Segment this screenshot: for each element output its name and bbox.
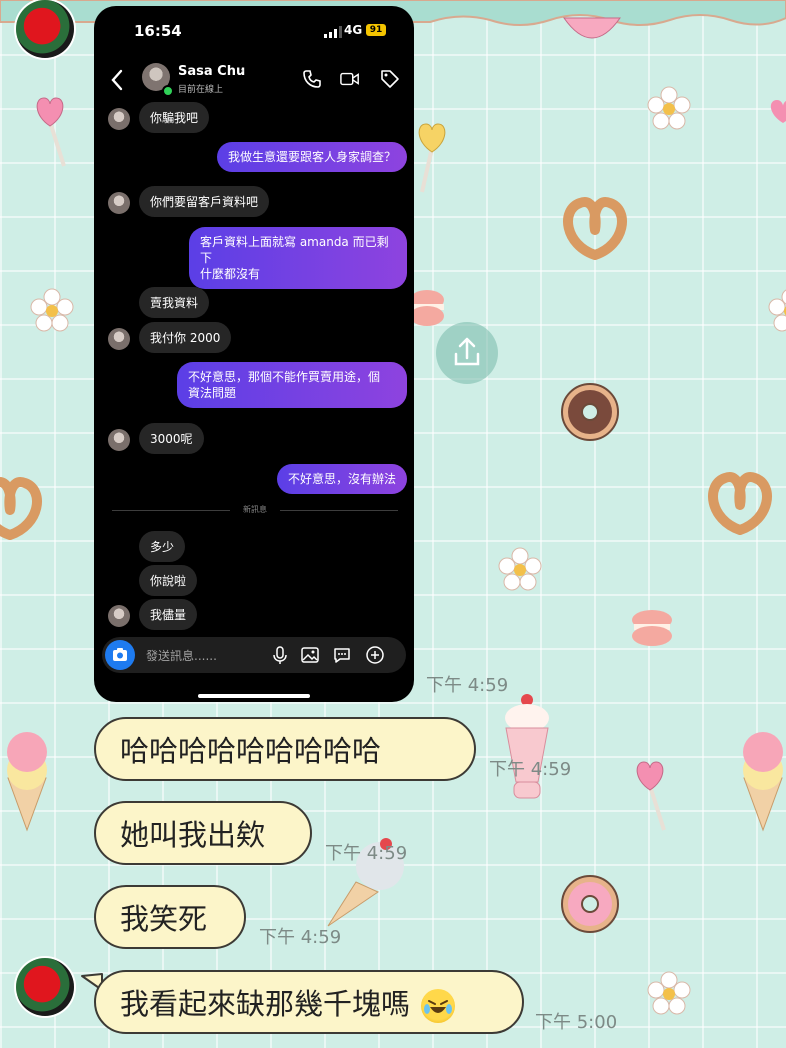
chevron-right-icon: ›	[240, 64, 245, 77]
incoming-message: 你說啦	[139, 565, 198, 596]
message-text: 哈哈哈哈哈哈哈哈哈	[120, 734, 382, 768]
contact-name[interactable]: Sasa Chu	[178, 64, 245, 79]
chat-header: Sasa Chu › 目前在線上	[94, 61, 414, 101]
message-text: 不好意思，那個不能作買賣用途，個	[188, 370, 381, 384]
plus-icon[interactable]	[365, 645, 385, 665]
flower-icon	[498, 547, 542, 591]
chat-bubble[interactable]: 我笑死	[94, 885, 246, 949]
camera-button[interactable]	[105, 640, 135, 670]
message-text: 客戶資料上面就寫 amanda 而已剩下	[200, 235, 389, 265]
flower-icon	[647, 86, 691, 130]
share-button[interactable]	[436, 322, 498, 384]
screenshot-image[interactable]: 16:54 4G 91 Sasa Chu › 目前在線上 你騙我吧 我做生意還要…	[94, 6, 414, 702]
video-call-icon[interactable]	[340, 69, 360, 89]
pretzel-icon	[0, 477, 42, 540]
message-input[interactable]: 發送訊息......	[146, 647, 217, 664]
message-text: 資法問題	[188, 386, 237, 400]
status-bar: 16:54 4G 91	[94, 6, 414, 56]
contact-avatar-small	[108, 429, 130, 451]
ice-cream-icon	[7, 732, 47, 832]
tag-icon[interactable]	[380, 69, 400, 89]
donut-icon	[563, 17, 621, 39]
phone-call-icon[interactable]	[302, 69, 322, 89]
message-text: 我笑死	[120, 902, 208, 936]
rofl-face	[424, 1000, 453, 1014]
macaron-icon	[410, 290, 444, 326]
back-icon[interactable]	[110, 69, 124, 91]
share-icon	[454, 337, 480, 366]
flower-icon	[647, 971, 691, 1015]
lollipop-icon	[36, 97, 66, 167]
incoming-message: 多少	[139, 531, 186, 562]
incoming-message: 賣我資料	[139, 287, 210, 318]
network-label: 4G	[344, 23, 363, 37]
incoming-message: 我付你 2000	[139, 322, 232, 353]
message-timestamp: 下午 5:00	[535, 1012, 618, 1033]
outgoing-message: 不好意思，沒有辦法	[276, 464, 407, 494]
contact-avatar-small	[108, 192, 130, 214]
contact-avatar-small	[108, 605, 130, 627]
status-time: 16:54	[134, 22, 182, 40]
lollipop-icon	[636, 761, 666, 831]
milkshake-icon	[505, 694, 549, 799]
divider-line	[280, 510, 398, 511]
chat-bubble[interactable]: 哈哈哈哈哈哈哈哈哈	[94, 717, 476, 781]
heart-icon	[770, 100, 786, 123]
sender-avatar[interactable]	[16, 958, 74, 1016]
lollipop-icon	[418, 123, 446, 193]
incoming-message: 我儘量	[139, 599, 198, 630]
incoming-message: 3000呢	[139, 423, 204, 454]
message-text: 我做生意還要跟客人身家調查？	[227, 150, 396, 164]
chat-bubble[interactable]: 她叫我出欸	[94, 801, 312, 865]
home-indicator	[198, 694, 310, 698]
contact-avatar-small	[108, 328, 130, 350]
chat-bubble[interactable]: 我看起來缺那幾千塊嗎	[94, 970, 524, 1034]
message-text: 我看起來缺那幾千塊嗎	[120, 987, 411, 1021]
outgoing-message: 我做生意還要跟客人身家調查？	[216, 142, 407, 172]
message-text: 她叫我出欸	[120, 818, 266, 852]
new-messages-divider: 新訊息	[112, 505, 398, 514]
message-timestamp: 下午 4:59	[426, 675, 509, 696]
message-text: 什麼都沒有	[200, 267, 261, 281]
macaron-icon	[632, 610, 672, 646]
message-timestamp: 下午 4:59	[259, 927, 342, 948]
donut-icon	[561, 383, 619, 441]
sticker-icon[interactable]	[332, 645, 352, 665]
incoming-message: 你騙我吧	[139, 102, 210, 133]
message-timestamp: 下午 4:59	[489, 759, 572, 780]
pretzel-icon	[708, 472, 772, 535]
image-icon[interactable]	[300, 645, 320, 665]
donut-icon	[561, 875, 619, 933]
sender-avatar[interactable]	[16, 0, 74, 58]
online-indicator	[162, 85, 174, 97]
contact-avatar-small	[108, 108, 130, 130]
message-timestamp: 下午 4:59	[325, 843, 408, 864]
rofl-emoji-icon	[421, 989, 456, 1023]
outgoing-message: 客戶資料上面就寫 amanda 而已剩下 什麼都沒有	[189, 227, 407, 289]
flower-icon	[768, 289, 786, 332]
battery-icon: 91	[366, 24, 386, 36]
pretzel-icon	[563, 197, 627, 260]
flower-icon	[30, 288, 74, 332]
ice-cream-icon	[743, 732, 783, 832]
incoming-message: 你們要留客戶資料吧	[139, 186, 270, 217]
message-text: 不好意思，沒有辦法	[287, 472, 396, 486]
signal-icon	[324, 26, 342, 38]
contact-status: 目前在線上	[178, 85, 224, 95]
camera-icon	[113, 648, 127, 661]
outgoing-message: 不好意思，那個不能作買賣用途，個 資法問題	[177, 362, 407, 408]
microphone-icon[interactable]	[270, 645, 290, 665]
message-composer[interactable]: 發送訊息......	[102, 637, 406, 673]
